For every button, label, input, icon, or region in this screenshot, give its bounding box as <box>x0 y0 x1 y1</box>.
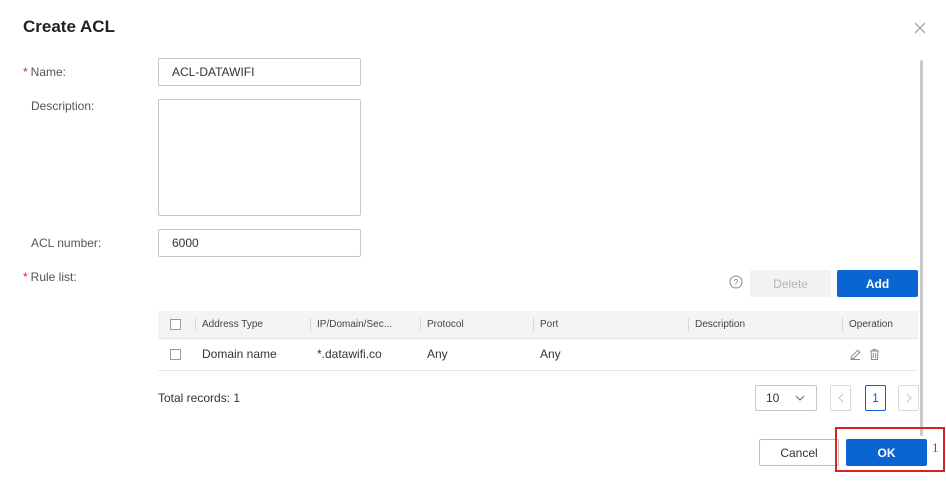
cell-address-type: Domain name <box>202 347 277 361</box>
cell-protocol: Any <box>427 347 448 361</box>
cell-operation <box>849 338 881 370</box>
page-1-button[interactable]: 1 <box>865 385 886 411</box>
close-icon[interactable] <box>912 20 928 36</box>
name-label: * Name: <box>23 65 67 79</box>
svg-text:?: ? <box>733 278 738 288</box>
description-label: Description: <box>31 99 95 113</box>
add-button[interactable]: Add <box>837 270 918 297</box>
acl-number-input[interactable]: 6000 <box>158 229 361 257</box>
help-icon[interactable]: ? <box>729 275 743 289</box>
acl-number-value: 6000 <box>172 236 199 250</box>
column-port[interactable]: Port <box>540 311 558 338</box>
cancel-button[interactable]: Cancel <box>759 439 839 466</box>
rule-list-label: * Rule list: <box>23 270 77 284</box>
table-row[interactable]: Domain name *.datawifi.co Any Any <box>158 338 918 371</box>
name-input[interactable]: ACL-DATAWIFI <box>158 58 361 86</box>
acl-number-label: ACL number: <box>31 236 102 250</box>
column-address-type[interactable]: Address Type <box>202 311 263 338</box>
required-mark: * <box>23 270 28 284</box>
name-input-value: ACL-DATAWIFI <box>172 65 255 79</box>
chevron-right-icon <box>906 393 912 403</box>
annotation-highlight-box <box>835 427 945 472</box>
dialog-title: Create ACL <box>23 17 115 36</box>
delete-icon[interactable] <box>868 348 881 361</box>
prev-page-button[interactable] <box>830 385 851 411</box>
page-size-select[interactable]: 10 <box>755 385 817 411</box>
annotation-marker: 1 <box>932 440 939 455</box>
required-mark: * <box>23 65 28 79</box>
description-textarea[interactable] <box>158 99 361 216</box>
column-protocol[interactable]: Protocol <box>427 311 464 338</box>
dialog-scrollbar[interactable] <box>920 60 923 436</box>
delete-button[interactable]: Delete <box>750 270 831 297</box>
rule-table-header: Address Type IP/Domain/Sec... Protocol P… <box>158 311 918 339</box>
column-ip-domain[interactable]: IP/Domain/Sec... <box>317 311 392 338</box>
cell-ip-domain: *.datawifi.co <box>317 347 382 361</box>
row-checkbox[interactable] <box>170 338 181 370</box>
total-records: Total records: 1 <box>158 391 241 405</box>
column-operation: Operation <box>849 319 893 330</box>
select-all-checkbox[interactable] <box>170 311 181 338</box>
chevron-down-icon <box>795 395 805 401</box>
page-size-value: 10 <box>766 391 780 405</box>
next-page-button[interactable] <box>898 385 919 411</box>
cell-port: Any <box>540 347 561 361</box>
edit-icon[interactable] <box>849 348 862 361</box>
column-description[interactable]: Description <box>695 311 745 338</box>
chevron-left-icon <box>837 393 843 403</box>
